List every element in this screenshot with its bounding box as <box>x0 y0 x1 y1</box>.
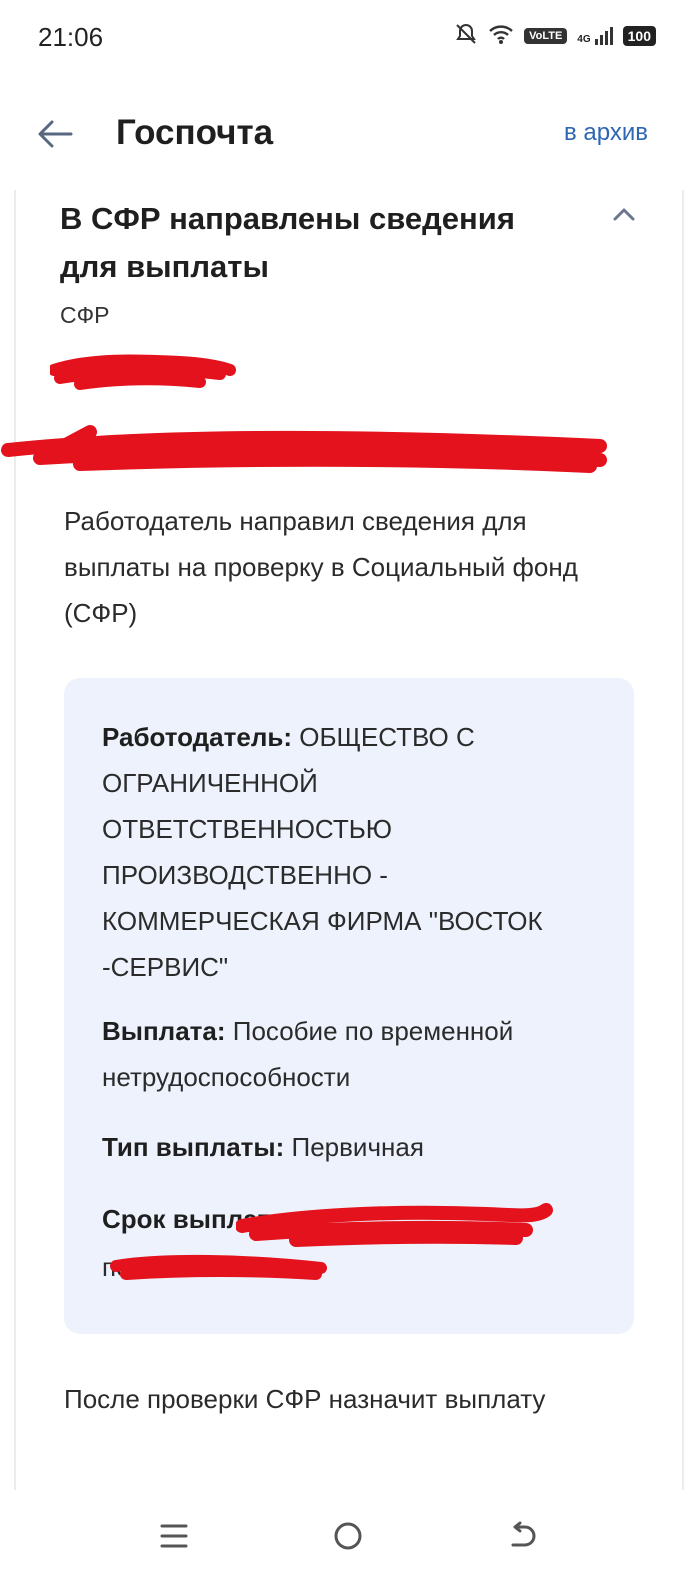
redaction-mark-term-to <box>110 1254 327 1280</box>
back-button[interactable] <box>30 109 80 159</box>
home-circle-icon <box>334 1522 362 1550</box>
volte-badge: VoLTE <box>524 27 568 44</box>
system-nav-bar <box>0 1490 700 1579</box>
battery-indicator: 100 <box>622 25 656 46</box>
status-bar: 21:06 VoLTE 4G 100 <box>0 0 700 75</box>
back-nav-button[interactable] <box>494 1508 550 1564</box>
status-time: 21:06 <box>38 22 104 52</box>
payment-type-row: Тип выплаты: Первичная <box>102 1124 602 1170</box>
chevron-up-icon <box>613 208 635 221</box>
bell-off-icon <box>454 22 478 49</box>
home-nav-button[interactable] <box>320 1508 376 1564</box>
app-bar: Госпочта в архив <box>0 95 700 175</box>
archive-link[interactable]: в архив <box>564 119 648 147</box>
payment-type-label: Тип выплаты: <box>102 1132 285 1162</box>
message-footer: После проверки СФР назначит выплату <box>64 1384 546 1414</box>
message-intro: Работодатель направил сведения для выпла… <box>64 506 578 628</box>
message-title: В СФР направлены сведения для выплаты <box>60 201 515 284</box>
employer-label: Работодатель: <box>102 722 292 752</box>
redaction-mark-date <box>50 354 236 390</box>
collapse-button[interactable] <box>604 194 644 234</box>
message-card: В СФР направлены сведения для выплаты СФ… <box>1 190 684 1490</box>
network-type: 4G <box>577 33 591 45</box>
menu-nav-button[interactable] <box>146 1508 202 1564</box>
signal-icon: 4G <box>577 26 613 45</box>
return-icon <box>511 1521 536 1547</box>
payment-label: Выплата: <box>102 1016 226 1046</box>
payment-type-value: Первичная <box>291 1132 424 1162</box>
message-sender: СФР <box>60 302 110 328</box>
employer-value: ОБЩЕСТВО С ОГРАНИЧЕННОЙ ОТВЕТСТВЕННОСТЬЮ… <box>102 722 543 982</box>
status-icons: VoLTE 4G 100 <box>454 22 656 49</box>
menu-icon <box>160 1524 188 1548</box>
redaction-mark-line <box>1 425 607 473</box>
wifi-icon <box>488 23 514 48</box>
page-title: Госпочта <box>116 113 274 152</box>
redaction-mark-term-from <box>236 1203 553 1247</box>
arrow-left-icon <box>38 120 73 148</box>
employer-row: Работодатель: ОБЩЕСТВО С ОГРАНИЧЕННОЙ ОТ… <box>102 714 602 990</box>
payment-row: Выплата: Пособие по временной нетрудоспо… <box>102 1008 602 1100</box>
